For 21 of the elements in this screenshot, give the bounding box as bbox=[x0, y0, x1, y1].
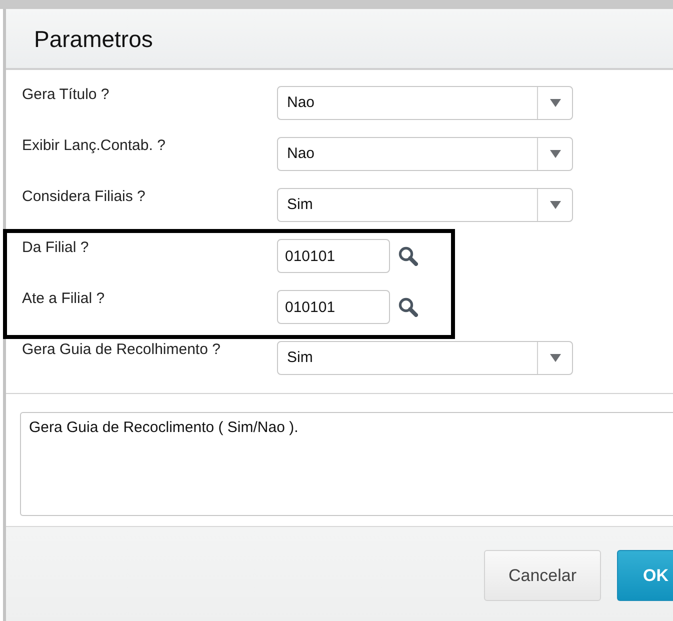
text-field[interactable]: 010101 bbox=[277, 239, 390, 273]
dialog-title: Parametros bbox=[34, 26, 153, 54]
dropdown-field[interactable]: Nao bbox=[277, 137, 573, 171]
field-label: Da Filial ? bbox=[22, 239, 89, 257]
field-label: Exibir Lanç.Contab. ? bbox=[22, 137, 166, 155]
caret-icon[interactable] bbox=[550, 99, 560, 107]
caret-icon[interactable] bbox=[550, 354, 560, 362]
cancel-button[interactable]: Cancelar bbox=[484, 550, 601, 601]
description-field: Gera Guia de Recoclimento ( Sim/Nao ). bbox=[20, 412, 673, 516]
caret-icon[interactable] bbox=[550, 150, 560, 158]
field-label: Ate a Filial ? bbox=[22, 290, 105, 308]
field-label: Considera Filiais ? bbox=[22, 188, 146, 206]
dropdown-field[interactable]: Sim bbox=[277, 188, 573, 222]
search-icon[interactable] bbox=[398, 297, 418, 317]
field-label: Gera Título ? bbox=[22, 86, 110, 104]
field-label: Gera Guia de Recolhimento ? bbox=[22, 341, 220, 359]
caret-icon[interactable] bbox=[550, 201, 560, 209]
text-field[interactable]: 010101 bbox=[277, 290, 390, 324]
dropdown-field[interactable]: Sim bbox=[277, 341, 573, 375]
search-icon[interactable] bbox=[398, 246, 418, 266]
dropdown-field[interactable]: Nao bbox=[277, 86, 573, 120]
